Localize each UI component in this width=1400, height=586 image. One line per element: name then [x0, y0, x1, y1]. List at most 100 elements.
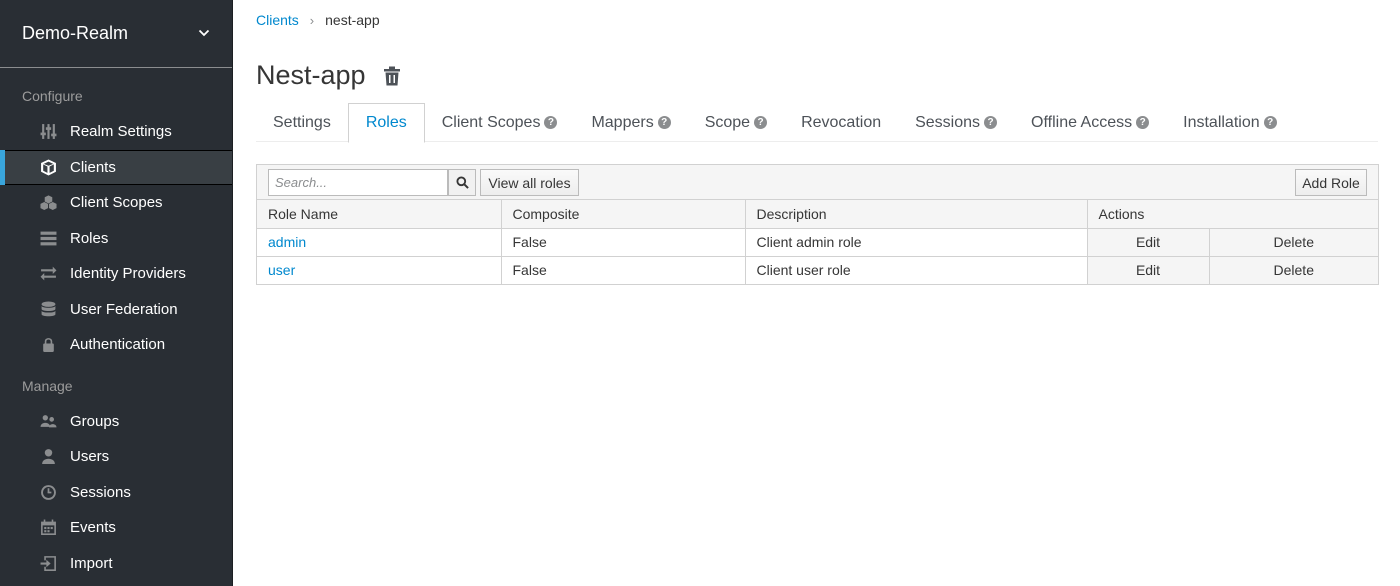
help-icon: ?: [984, 116, 998, 129]
title-row: Nest-app: [256, 60, 401, 91]
tab-label: Offline Access: [1031, 113, 1133, 131]
column-header-description: Description: [745, 200, 1088, 229]
help-icon: ?: [657, 116, 671, 129]
calendar-icon: [38, 519, 58, 537]
tab-scope[interactable]: Scope?: [688, 103, 784, 142]
realm-selector[interactable]: Demo-Realm: [0, 0, 232, 68]
search-button[interactable]: [448, 169, 476, 196]
tab-revocation[interactable]: Revocation: [784, 103, 898, 142]
sidebar-item-clients[interactable]: Clients: [0, 149, 232, 185]
roles-table-grid: Role Name Composite Description Actions …: [257, 200, 1378, 284]
sidebar-item-roles[interactable]: Roles: [0, 221, 232, 257]
search-input[interactable]: [268, 169, 448, 196]
exchange-icon: [38, 265, 58, 283]
role-name-link[interactable]: admin: [257, 228, 502, 257]
sidebar-item-realm-settings[interactable]: Realm Settings: [0, 114, 232, 150]
sidebar-item-label: Authentication: [70, 336, 166, 354]
cube-icon: [38, 158, 58, 176]
sidebar-item-user-federation[interactable]: User Federation: [0, 292, 232, 328]
tab-bar: Settings Roles Client Scopes? Mappers? S…: [256, 103, 1378, 143]
tab-label: Installation: [1183, 113, 1260, 131]
sidebar-item-events[interactable]: Events: [0, 510, 232, 546]
tab-label: Client Scopes: [441, 113, 541, 131]
table-toolbar: View all roles Add Role: [257, 165, 1378, 200]
breadcrumb-clients-link[interactable]: Clients: [256, 12, 299, 28]
tab-label: Scope: [704, 113, 751, 131]
list-icon: [38, 229, 58, 247]
sidebar-item-label: Roles: [70, 229, 109, 247]
sidebar-item-label: Users: [70, 448, 110, 466]
table-row: admin False Client admin role Edit Delet…: [257, 228, 1378, 257]
section-label-configure: Configure: [22, 88, 83, 104]
sidebar-item-label: Import: [70, 554, 113, 572]
sidebar-item-identity-providers[interactable]: Identity Providers: [0, 256, 232, 292]
delete-button[interactable]: Delete: [1209, 256, 1378, 284]
tab-label: Revocation: [801, 113, 882, 131]
clock-icon: [38, 483, 58, 501]
tab-offline-access[interactable]: Offline Access?: [1014, 103, 1166, 142]
breadcrumb: Clients › nest-app: [256, 12, 380, 28]
role-description: Client admin role: [745, 228, 1088, 257]
edit-button[interactable]: Edit: [1087, 228, 1210, 257]
column-header-actions: Actions: [1087, 200, 1378, 229]
role-name-link[interactable]: user: [257, 256, 502, 284]
section-label-manage: Manage: [22, 377, 73, 394]
add-role-button[interactable]: Add Role: [1295, 169, 1367, 196]
tab-installation[interactable]: Installation?: [1166, 103, 1294, 142]
breadcrumb-current: nest-app: [325, 12, 380, 28]
help-icon: ?: [754, 116, 768, 129]
column-header-role-name: Role Name: [257, 200, 502, 229]
help-icon: ?: [1263, 116, 1277, 129]
sidebar-item-sessions[interactable]: Sessions: [0, 475, 232, 511]
column-header-composite: Composite: [501, 200, 746, 229]
chevron-down-icon: [198, 23, 210, 44]
tab-settings[interactable]: Settings: [256, 103, 348, 142]
role-composite: False: [501, 228, 746, 257]
help-icon: ?: [544, 116, 558, 129]
realm-name: Demo-Realm: [22, 23, 129, 43]
role-description: Client user role: [745, 256, 1088, 284]
sidebar-item-label: Sessions: [70, 483, 131, 501]
trash-icon[interactable]: [383, 66, 401, 86]
lock-icon: [38, 336, 58, 354]
sidebar-item-authentication[interactable]: Authentication: [0, 327, 232, 363]
sidebar-item-label: Events: [70, 519, 116, 537]
sidebar-item-label: Realm Settings: [70, 123, 172, 141]
role-composite: False: [501, 256, 746, 284]
user-icon: [38, 448, 58, 466]
breadcrumb-separator: ›: [309, 12, 315, 28]
sliders-icon: [38, 123, 58, 141]
view-all-roles-button[interactable]: View all roles: [480, 169, 579, 196]
tab-mappers[interactable]: Mappers?: [574, 103, 687, 142]
sidebar-item-label: Client Scopes: [70, 194, 163, 212]
tab-roles[interactable]: Roles: [347, 103, 425, 143]
sidebar: Demo-Realm Configure Realm Settings Clie…: [0, 0, 233, 586]
tab-label: Settings: [273, 113, 331, 131]
cubes-icon: [38, 194, 58, 212]
sidebar-item-label: User Federation: [70, 300, 178, 318]
sidebar-item-client-scopes[interactable]: Client Scopes: [0, 185, 232, 221]
sidebar-item-groups[interactable]: Groups: [0, 404, 232, 440]
table-row: user False Client user role Edit Delete: [257, 256, 1378, 284]
page-title: Nest-app: [256, 60, 366, 90]
tab-label: Roles: [365, 114, 407, 131]
tab-client-scopes[interactable]: Client Scopes?: [425, 103, 575, 142]
roles-table: View all roles Add Role Role Name Compos…: [256, 164, 1379, 285]
tab-sessions[interactable]: Sessions?: [898, 103, 1014, 142]
tab-label: Mappers: [591, 113, 654, 131]
sidebar-item-users[interactable]: Users: [0, 439, 232, 475]
table-header-row: Role Name Composite Description Actions: [257, 200, 1378, 229]
users-icon: [38, 412, 58, 430]
sidebar-item-label: Groups: [70, 412, 120, 430]
search-icon: [455, 176, 469, 189]
main-content: Clients › nest-app Nest-app Settings Rol…: [233, 0, 1400, 586]
database-icon: [38, 300, 58, 318]
sidebar-item-import[interactable]: Import: [0, 546, 232, 582]
sidebar-item-label: Identity Providers: [70, 265, 186, 283]
tab-label: Sessions: [915, 113, 981, 131]
delete-button[interactable]: Delete: [1209, 228, 1378, 257]
import-icon: [38, 554, 58, 572]
help-icon: ?: [1136, 116, 1150, 129]
sidebar-item-label: Clients: [70, 158, 116, 176]
edit-button[interactable]: Edit: [1087, 256, 1210, 284]
